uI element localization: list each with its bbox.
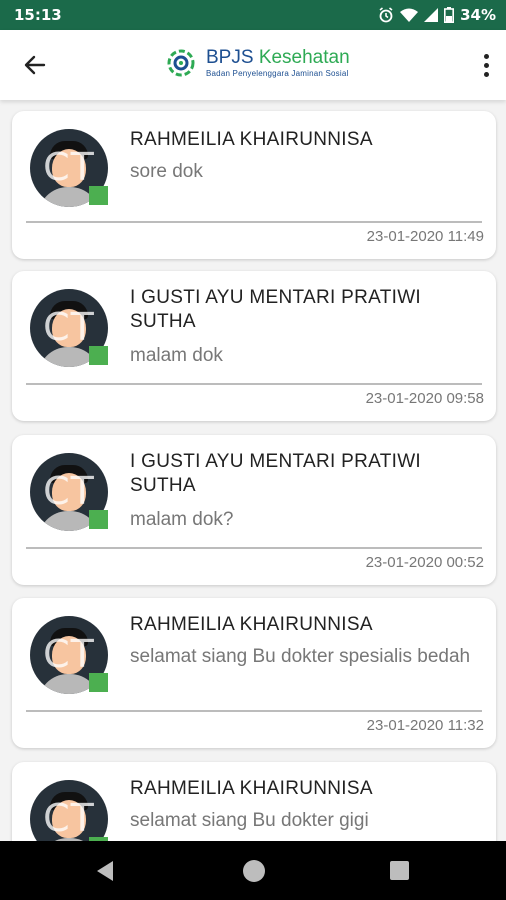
divider — [26, 221, 482, 223]
chat-name: RAHMEILIA KHAIRUNNISA — [130, 129, 373, 150]
nav-home-icon[interactable] — [243, 860, 265, 882]
avatar-initials: CT — [43, 305, 95, 349]
chat-timestamp: 23-01-2020 11:32 — [366, 717, 484, 734]
logo-bpjs-text: BPJS — [206, 47, 254, 68]
chat-name: RAHMEILIA KHAIRUNNISA — [130, 614, 373, 635]
online-status-indicator — [89, 346, 108, 365]
chat-list: CT RAHMEILIA KHAIRUNNISA sore dok 23-01-… — [0, 100, 506, 841]
divider — [26, 383, 482, 385]
avatar-initials: CT — [43, 469, 95, 513]
chat-message: selamat siang Bu dokter gigi — [130, 810, 369, 831]
logo-kesehatan-text: Kesehatan — [258, 47, 350, 68]
avatar: CT — [30, 129, 108, 207]
chat-message: malam dok? — [130, 509, 234, 530]
online-status-indicator — [89, 673, 108, 692]
nav-back-icon[interactable] — [96, 860, 114, 882]
logo-subtitle: Badan Penyelenggara Jaminan Sosial — [206, 69, 349, 78]
chat-name: I GUSTI AYU MENTARI PRATIWI SUTHA — [130, 451, 422, 496]
status-icons: 34% — [378, 6, 496, 24]
avatar-initials: CT — [43, 145, 95, 189]
avatar: CT — [30, 616, 108, 694]
overflow-menu-icon[interactable] — [480, 52, 492, 78]
chat-message: malam dok — [130, 345, 223, 366]
avatar: CT — [30, 289, 108, 367]
back-arrow-icon[interactable] — [22, 52, 48, 78]
online-status-indicator — [89, 510, 108, 529]
chat-item[interactable]: CT I GUSTI AYU MENTARI PRATIWI SUTHA mal… — [12, 435, 496, 585]
app-bar: BPJS Kesehatan Badan Penyelenggara Jamin… — [0, 30, 506, 100]
alarm-icon — [379, 7, 393, 23]
chat-item[interactable]: CT RAHMEILIA KHAIRUNNISA selamat siang B… — [12, 762, 496, 841]
chat-timestamp: 23-01-2020 11:49 — [366, 228, 484, 245]
divider — [26, 710, 482, 712]
battery-level: 34% — [460, 6, 496, 24]
chat-item[interactable]: CT I GUSTI AYU MENTARI PRATIWI SUTHA mal… — [12, 271, 496, 421]
chat-timestamp: 23-01-2020 00:52 — [365, 554, 484, 571]
chat-item[interactable]: CT RAHMEILIA KHAIRUNNISA sore dok 23-01-… — [12, 111, 496, 259]
chat-name: I GUSTI AYU MENTARI PRATIWI SUTHA — [130, 287, 422, 332]
avatar: CT — [30, 780, 108, 841]
status-bar: 15:13 34% — [0, 0, 506, 30]
bpjs-emblem-icon — [167, 49, 195, 77]
divider — [26, 547, 482, 549]
signal-icon — [424, 8, 439, 22]
chat-item[interactable]: CT RAHMEILIA KHAIRUNNISA selamat siang B… — [12, 598, 496, 748]
online-status-indicator — [89, 186, 108, 205]
avatar: CT — [30, 453, 108, 531]
status-time: 15:13 — [14, 6, 62, 24]
avatar-initials: CT — [43, 796, 95, 840]
battery-icon — [444, 7, 455, 23]
avatar-initials: CT — [43, 632, 95, 676]
chat-timestamp: 23-01-2020 09:58 — [365, 390, 484, 407]
chat-message: sore dok — [130, 161, 203, 182]
chat-message: selamat siang Bu dokter spesialis bedah — [130, 646, 471, 667]
bpjs-logo: BPJS Kesehatan Badan Penyelenggara Jamin… — [166, 48, 350, 78]
nav-recents-icon[interactable] — [390, 861, 409, 880]
wifi-icon — [400, 8, 419, 22]
system-nav-bar — [0, 841, 506, 900]
chat-name: RAHMEILIA KHAIRUNNISA — [130, 778, 373, 799]
